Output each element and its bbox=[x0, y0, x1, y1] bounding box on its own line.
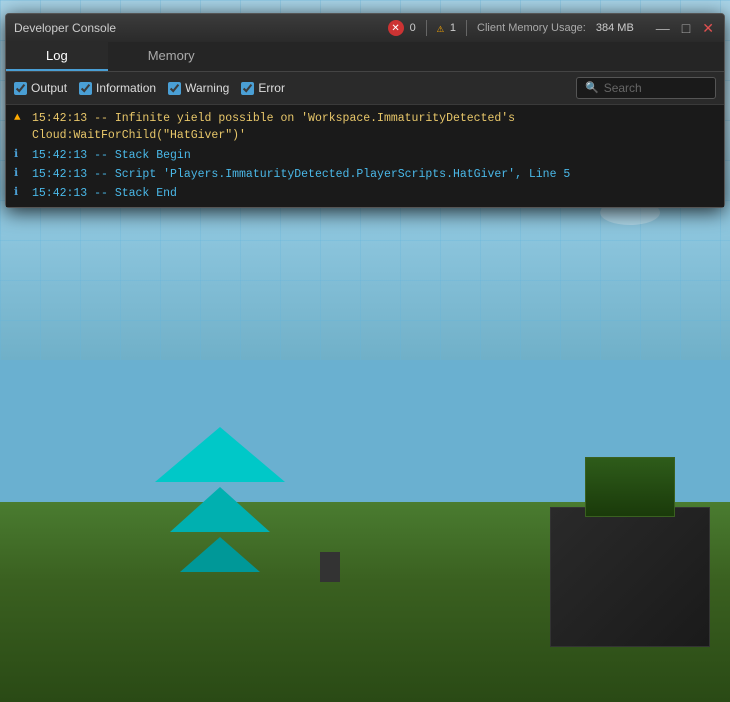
search-box: 🔍 bbox=[576, 77, 716, 99]
output-label: Output bbox=[31, 81, 67, 95]
triangle-medium bbox=[170, 487, 270, 532]
search-input[interactable] bbox=[604, 81, 707, 95]
log-line-2: ℹ 15:42:13 -- Stack Begin bbox=[14, 146, 716, 165]
status-divider bbox=[426, 20, 427, 36]
log-content: ▲ 15:42:13 -- Infinite yield possible on… bbox=[6, 105, 724, 207]
platform-block bbox=[550, 507, 710, 647]
close-button[interactable]: ✕ bbox=[700, 21, 716, 35]
triangle-small bbox=[180, 537, 260, 572]
title-bar: Developer Console ✕ 0 ⚠ 1 Client Memory … bbox=[6, 14, 724, 42]
error-count: 0 bbox=[410, 22, 416, 34]
window-controls: — □ ✕ bbox=[654, 21, 716, 35]
error-label: Error bbox=[258, 81, 285, 95]
minimize-button[interactable]: — bbox=[654, 21, 672, 35]
status-divider-2 bbox=[466, 20, 467, 36]
triangle-group bbox=[155, 427, 285, 572]
error-x-icon: ✕ bbox=[391, 23, 399, 34]
output-checkbox[interactable] bbox=[14, 82, 27, 95]
info-icon-line4: ℹ bbox=[14, 185, 28, 202]
tab-memory-label: Memory bbox=[148, 48, 195, 63]
error-checkbox-item[interactable]: Error bbox=[241, 81, 285, 95]
log-line-3: ℹ 15:42:13 -- Script 'Players.Immaturity… bbox=[14, 165, 716, 184]
toolbar: Output Information Warning Error 🔍 bbox=[6, 72, 724, 105]
tab-memory[interactable]: Memory bbox=[108, 42, 235, 71]
warning-checkbox-item[interactable]: Warning bbox=[168, 81, 229, 95]
console-title: Developer Console bbox=[14, 21, 378, 35]
triangle-large bbox=[155, 427, 285, 482]
info-icon-line2: ℹ bbox=[14, 147, 28, 164]
information-label: Information bbox=[96, 81, 156, 95]
maximize-button[interactable]: □ bbox=[680, 21, 692, 35]
memory-value: 384 MB bbox=[596, 22, 634, 34]
information-checkbox[interactable] bbox=[79, 82, 92, 95]
character-figure bbox=[320, 552, 340, 582]
output-checkbox-item[interactable]: Output bbox=[14, 81, 67, 95]
log-text-3: 15:42:13 -- Script 'Players.ImmaturityDe… bbox=[32, 166, 570, 183]
developer-console: Developer Console ✕ 0 ⚠ 1 Client Memory … bbox=[5, 13, 725, 208]
information-checkbox-item[interactable]: Information bbox=[79, 81, 156, 95]
search-icon: 🔍 bbox=[585, 81, 599, 95]
log-text-1: 15:42:13 -- Infinite yield possible on '… bbox=[32, 110, 716, 145]
warning-label: Warning bbox=[185, 81, 229, 95]
warning-icon-line1: ▲ bbox=[14, 110, 28, 127]
warning-icon: ⚠ bbox=[437, 21, 444, 36]
log-line-1: ▲ 15:42:13 -- Infinite yield possible on… bbox=[14, 109, 716, 146]
platform-top bbox=[585, 457, 675, 517]
tabs-bar: Log Memory bbox=[6, 42, 724, 72]
log-text-4: 15:42:13 -- Stack End bbox=[32, 185, 177, 202]
error-status-button[interactable]: ✕ bbox=[388, 20, 404, 36]
error-checkbox[interactable] bbox=[241, 82, 254, 95]
warning-count: 1 bbox=[450, 22, 456, 34]
log-line-4: ℹ 15:42:13 -- Stack End bbox=[14, 184, 716, 203]
memory-label: Client Memory Usage: bbox=[477, 22, 586, 34]
tab-log[interactable]: Log bbox=[6, 42, 108, 71]
log-text-2: 15:42:13 -- Stack Begin bbox=[32, 147, 191, 164]
tab-log-label: Log bbox=[46, 48, 68, 63]
title-status-area: ✕ 0 ⚠ 1 Client Memory Usage: 384 MB bbox=[388, 20, 634, 36]
warning-checkbox[interactable] bbox=[168, 82, 181, 95]
info-icon-line3: ℹ bbox=[14, 166, 28, 183]
